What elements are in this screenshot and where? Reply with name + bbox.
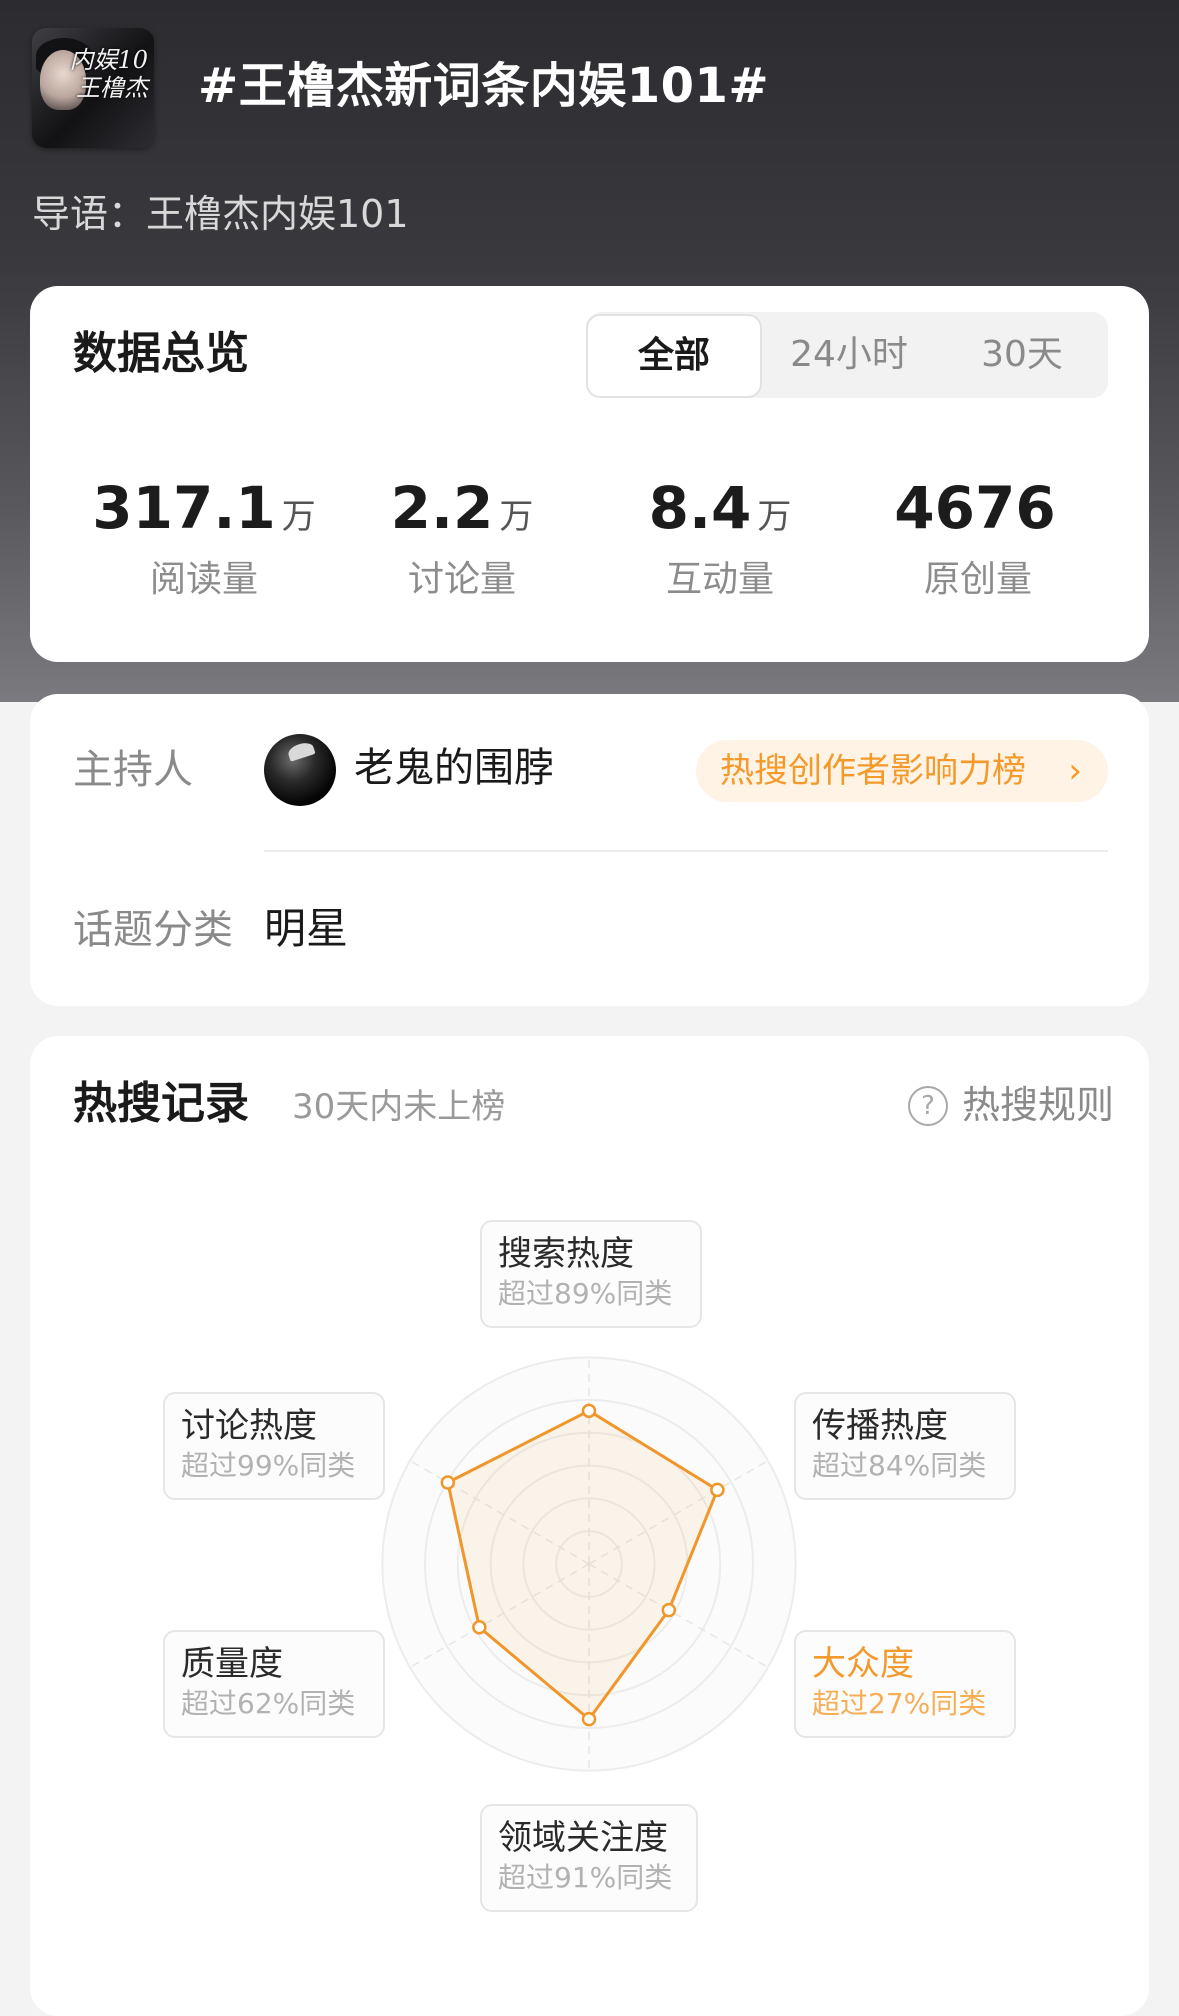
dimension-popularity: 大众度 超过27%同类 bbox=[794, 1630, 1016, 1738]
stat-interactions-label: 互动量 bbox=[665, 559, 774, 600]
dimension-domain-attention: 领域关注度 超过91%同类 bbox=[480, 1804, 698, 1912]
rank-link-label: 热搜创作者影响力榜 bbox=[720, 751, 1026, 791]
topic-info-card: 主持人 老鬼的围脖 热搜创作者影响力榜 › 话题分类 明星 bbox=[30, 694, 1149, 1006]
host-avatar[interactable] bbox=[264, 734, 336, 806]
stat-originals-label: 原创量 bbox=[923, 559, 1032, 600]
category-label: 话题分类 bbox=[73, 907, 233, 953]
radar-point bbox=[661, 1602, 677, 1618]
radar-point bbox=[440, 1475, 456, 1490]
host-name[interactable]: 老鬼的围脖 bbox=[354, 742, 554, 794]
stat-discussions-value: 2.2 bbox=[390, 474, 494, 542]
stat-interactions-value: 8.4 bbox=[648, 474, 752, 542]
stat-discussions-unit: 万 bbox=[499, 497, 534, 537]
radar-point bbox=[472, 1620, 487, 1635]
tab-all[interactable]: 全部 bbox=[586, 314, 762, 398]
dimension-discussion-heat: 讨论热度 超过99%同类 bbox=[163, 1392, 385, 1500]
stat-discussions: 2.2 万 讨论量 bbox=[332, 476, 592, 603]
topic-cover-image: 内娱10 王橹杰 bbox=[32, 28, 154, 148]
category-value: 明星 bbox=[264, 904, 349, 953]
stat-reads-unit: 万 bbox=[281, 497, 316, 537]
dimension-spread-heat-percent: 超过84%同类 bbox=[812, 1449, 987, 1482]
stat-reads: 317.1 万 阅读量 bbox=[74, 476, 334, 603]
dimension-spread-heat: 传播热度 超过84%同类 bbox=[794, 1392, 1016, 1500]
data-overview-title: 数据总览 bbox=[73, 328, 249, 379]
dimension-search-heat-percent: 超过89%同类 bbox=[498, 1277, 673, 1310]
radar-point bbox=[710, 1482, 725, 1498]
stat-reads-value: 317.1 bbox=[92, 474, 276, 542]
cover-text: 内娱10 王橹杰 bbox=[69, 46, 148, 102]
chevron-right-icon: › bbox=[1068, 751, 1082, 791]
stat-originals: 4676 原创量 bbox=[848, 476, 1108, 603]
creator-influence-rank-link[interactable]: 热搜创作者影响力榜 › bbox=[696, 740, 1108, 802]
tab-24h[interactable]: 24小时 bbox=[762, 312, 936, 398]
time-range-segmented-control: 全部 24小时 30天 bbox=[586, 312, 1108, 398]
radar-point bbox=[581, 1403, 597, 1419]
dimension-domain-attention-percent: 超过91%同类 bbox=[498, 1861, 673, 1894]
topic-title: #王橹杰新词条内娱101# bbox=[198, 58, 770, 114]
tab-30d[interactable]: 30天 bbox=[936, 312, 1108, 398]
host-label: 主持人 bbox=[73, 747, 193, 793]
radar-point bbox=[581, 1711, 597, 1727]
topic-intro: 导语：王橹杰内娱101 bbox=[32, 192, 409, 236]
info-divider bbox=[264, 850, 1108, 852]
dimension-quality: 质量度 超过62%同类 bbox=[163, 1630, 385, 1738]
data-overview-card: 数据总览 全部 24小时 30天 317.1 万 阅读量 2.2 万 讨论量 8.4… bbox=[30, 286, 1149, 662]
stat-interactions: 8.4 万 互动量 bbox=[590, 476, 850, 603]
stat-discussions-label: 讨论量 bbox=[407, 559, 516, 600]
stat-interactions-unit: 万 bbox=[757, 497, 792, 537]
hot-search-card: 热搜记录 30天内未上榜 ? 热搜规则 搜索热度 超过89%同类 传播热度 超过… bbox=[30, 1036, 1149, 2016]
dimension-discussion-heat-percent: 超过99%同类 bbox=[181, 1449, 356, 1482]
stat-reads-label: 阅读量 bbox=[149, 559, 258, 600]
stat-originals-value: 4676 bbox=[894, 474, 1056, 542]
dimension-search-heat: 搜索热度 超过89%同类 bbox=[480, 1220, 702, 1328]
dimension-popularity-percent: 超过27%同类 bbox=[812, 1687, 987, 1720]
dimension-discussion-heat-name: 讨论热度 bbox=[181, 1406, 317, 1446]
dimension-search-heat-name: 搜索热度 bbox=[498, 1234, 634, 1274]
dimension-popularity-name: 大众度 bbox=[812, 1644, 914, 1684]
dimension-quality-name: 质量度 bbox=[181, 1644, 283, 1684]
dimension-quality-percent: 超过62%同类 bbox=[181, 1687, 356, 1720]
dimension-domain-attention-name: 领域关注度 bbox=[498, 1818, 668, 1858]
dimension-spread-heat-name: 传播热度 bbox=[812, 1406, 948, 1446]
